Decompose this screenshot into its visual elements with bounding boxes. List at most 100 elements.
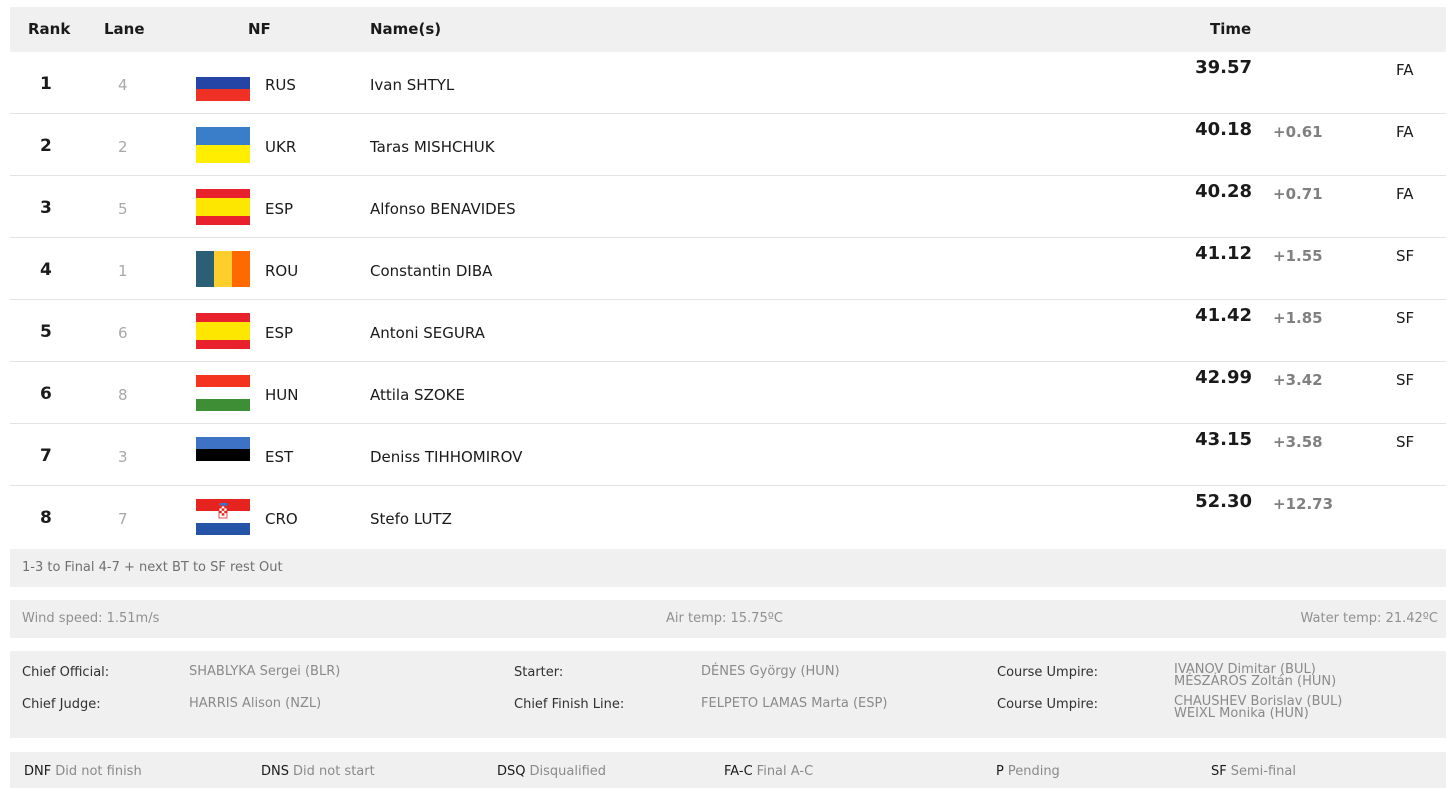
time-diff: +0.61 bbox=[1273, 123, 1323, 141]
qualification-badge: FA bbox=[1396, 123, 1414, 141]
athlete-name: Deniss TIHHOMIROV bbox=[370, 448, 523, 466]
qualification-badge: SF bbox=[1396, 309, 1415, 327]
nf-cell: RUS bbox=[265, 76, 296, 94]
legend-desc: Final A-C bbox=[756, 764, 814, 779]
legend-bar: DNF Did not finish DNS Did not start DSQ Di… bbox=[10, 752, 1446, 788]
chief-finish-line-label: Chief Finish Line: bbox=[514, 697, 625, 712]
header-names: Name(s) bbox=[370, 20, 442, 38]
weather-bar: Wind speed: 1.51m/s Air temp: 15.75ºC Wa… bbox=[10, 600, 1446, 638]
legend-desc: Did not finish bbox=[55, 764, 142, 779]
legend-desc: Did not start bbox=[293, 764, 375, 779]
table-row: 8 7 CRO Stefo LUTZ 52.30 +12.73 bbox=[10, 486, 1446, 548]
time-diff: +0.71 bbox=[1273, 185, 1323, 203]
lane-cell: 1 bbox=[118, 262, 128, 280]
rou-flag-icon bbox=[196, 251, 250, 287]
time-diff: +3.58 bbox=[1273, 433, 1323, 451]
header-time: Time bbox=[1210, 20, 1252, 38]
athlete-name: Stefo LUTZ bbox=[370, 510, 452, 528]
legend-item: DSQ Disqualified bbox=[497, 764, 606, 779]
progression-note: 1-3 to Final 4-7 + next BT to SF rest Ou… bbox=[10, 549, 1446, 587]
nf-cell: ROU bbox=[265, 262, 299, 280]
esp-flag-icon bbox=[196, 189, 250, 225]
lane-cell: 8 bbox=[118, 386, 128, 404]
rank-cell: 6 bbox=[40, 384, 52, 404]
header-nf: NF bbox=[248, 20, 271, 38]
rus-flag-icon bbox=[196, 65, 250, 101]
time-diff: +12.73 bbox=[1273, 495, 1334, 513]
qualification-badge: SF bbox=[1396, 371, 1415, 389]
legend-item: DNS Did not start bbox=[261, 764, 375, 779]
lane-cell: 2 bbox=[118, 138, 128, 156]
rank-cell: 8 bbox=[40, 508, 52, 528]
course-umpire-value: MÉSZÁROS Zoltán (HUN) bbox=[1174, 674, 1337, 689]
course-umpire-label: Course Umpire: bbox=[997, 665, 1098, 680]
table-row: 1 4 RUS Ivan SHTYL 39.57 FA bbox=[10, 52, 1446, 114]
course-umpire-value: WEIXL Monika (HUN) bbox=[1174, 706, 1309, 721]
qualification-badge: FA bbox=[1396, 61, 1414, 79]
nf-cell: EST bbox=[265, 448, 294, 466]
starter-value: DÉNES György (HUN) bbox=[701, 664, 840, 679]
progression-note-text: 1-3 to Final 4-7 + next BT to SF rest Ou… bbox=[22, 560, 283, 575]
athlete-name: Antoni SEGURA bbox=[370, 324, 485, 342]
time-cell: 40.18 bbox=[1195, 119, 1252, 140]
table-row: 5 6 ESP Antoni SEGURA 41.42 +1.85 SF bbox=[10, 300, 1446, 362]
table-row: 7 3 EST Deniss TIHHOMIROV 43.15 +3.58 SF bbox=[10, 424, 1446, 486]
legend-abbr: SF bbox=[1211, 764, 1227, 779]
officials-panel: Chief Official: SHABLYKA Sergei (BLR) Ch… bbox=[10, 651, 1446, 738]
legend-abbr: DSQ bbox=[497, 764, 526, 779]
table-row: 4 1 ROU Constantin DIBA 41.12 +1.55 SF bbox=[10, 238, 1446, 300]
nf-cell: ESP bbox=[265, 324, 294, 342]
time-cell: 42.99 bbox=[1195, 367, 1252, 388]
legend-item: P Pending bbox=[996, 764, 1060, 779]
starter-label: Starter: bbox=[514, 665, 564, 680]
athlete-name: Constantin DIBA bbox=[370, 262, 493, 280]
rank-cell: 5 bbox=[40, 322, 52, 342]
chief-finish-line-value: FELPETO LAMAS Marta (ESP) bbox=[701, 696, 888, 711]
chief-official-value: SHABLYKA Sergei (BLR) bbox=[189, 664, 341, 679]
qualification-badge: SF bbox=[1396, 247, 1415, 265]
chief-official-label: Chief Official: bbox=[22, 665, 110, 680]
lane-cell: 6 bbox=[118, 324, 128, 342]
lane-cell: 4 bbox=[118, 76, 128, 94]
legend-abbr: P bbox=[996, 764, 1004, 779]
time-diff: +1.55 bbox=[1273, 247, 1323, 265]
ukr-flag-icon bbox=[196, 127, 250, 163]
esp-flag-icon bbox=[196, 313, 250, 349]
lane-cell: 5 bbox=[118, 200, 128, 218]
legend-item: FA-C Final A-C bbox=[724, 764, 813, 779]
time-diff: +1.85 bbox=[1273, 309, 1323, 327]
legend-abbr: DNF bbox=[24, 764, 52, 779]
legend-item: DNF Did not finish bbox=[24, 764, 142, 779]
time-cell: 40.28 bbox=[1195, 181, 1252, 202]
time-cell: 43.15 bbox=[1195, 429, 1252, 450]
rank-cell: 4 bbox=[40, 260, 52, 280]
legend-abbr: FA-C bbox=[724, 764, 753, 779]
hun-flag-icon bbox=[196, 375, 250, 411]
lane-cell: 3 bbox=[118, 448, 128, 466]
time-diff: +3.42 bbox=[1273, 371, 1323, 389]
nf-cell: HUN bbox=[265, 386, 299, 404]
legend-desc: Semi-final bbox=[1230, 764, 1296, 779]
rank-cell: 3 bbox=[40, 198, 52, 218]
chief-judge-value: HARRIS Alison (NZL) bbox=[189, 696, 322, 711]
time-cell: 41.42 bbox=[1195, 305, 1252, 326]
results-table-header: Rank Lane NF Name(s) Time bbox=[10, 7, 1446, 52]
table-row: 6 8 HUN Attila SZOKE 42.99 +3.42 SF bbox=[10, 362, 1446, 424]
water-temp: Water temp: 21.42ºC bbox=[1300, 611, 1438, 626]
qualification-badge: FA bbox=[1396, 185, 1414, 203]
results-table-body: 1 4 RUS Ivan SHTYL 39.57 FA 2 2 UKR Tara… bbox=[10, 52, 1446, 548]
est-flag-icon bbox=[196, 437, 250, 473]
legend-item: SF Semi-final bbox=[1211, 764, 1296, 779]
air-temp: Air temp: 15.75ºC bbox=[666, 611, 783, 626]
legend-desc: Disqualified bbox=[529, 764, 607, 779]
athlete-name: Ivan SHTYL bbox=[370, 76, 455, 94]
chief-judge-label: Chief Judge: bbox=[22, 697, 101, 712]
lane-cell: 7 bbox=[118, 510, 128, 528]
legend-abbr: DNS bbox=[261, 764, 289, 779]
wind-speed: Wind speed: 1.51m/s bbox=[22, 611, 160, 626]
time-cell: 39.57 bbox=[1195, 57, 1252, 78]
nf-cell: UKR bbox=[265, 138, 297, 156]
time-cell: 52.30 bbox=[1195, 491, 1252, 512]
qualification-badge: SF bbox=[1396, 433, 1415, 451]
time-cell: 41.12 bbox=[1195, 243, 1252, 264]
